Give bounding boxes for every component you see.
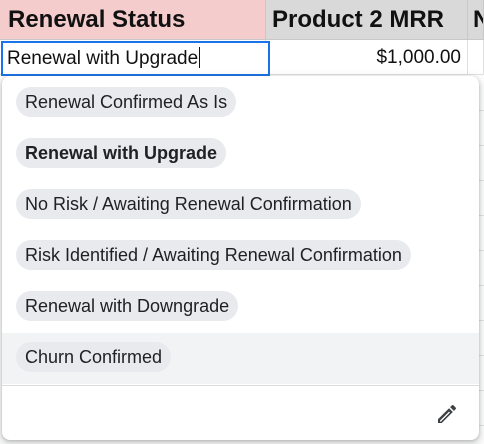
option-chip: No Risk / Awaiting Renewal Confirmation [16, 189, 361, 219]
dropdown-option[interactable]: Risk Identified / Awaiting Renewal Confi… [2, 231, 479, 282]
cell-editor-text: Renewal with Upgrade [7, 48, 199, 69]
dropdown-options-panel: Renewal Confirmed As Is Renewal with Upg… [2, 76, 479, 440]
option-chip: Renewal with Upgrade [16, 138, 227, 168]
edit-dropdown-button[interactable] [432, 399, 462, 429]
panel-divider [2, 385, 479, 386]
cell-next-column[interactable] [468, 40, 484, 75]
header-product-2-mrr[interactable]: Product 2 MRR [266, 0, 468, 40]
cell-editor-input[interactable]: Renewal with Upgrade [1, 41, 270, 76]
header-renewal-status[interactable]: Renewal Status [0, 0, 266, 40]
option-chip: Renewal Confirmed As Is [16, 87, 237, 117]
dropdown-option[interactable]: No Risk / Awaiting Renewal Confirmation [2, 180, 479, 231]
option-chip: Risk Identified / Awaiting Renewal Confi… [16, 240, 411, 270]
dropdown-option[interactable]: Renewal Confirmed As Is [2, 78, 479, 129]
header-next-column[interactable]: N [468, 0, 484, 40]
dropdown-option-hovered[interactable]: Churn Confirmed [2, 333, 479, 384]
option-chip: Renewal with Downgrade [16, 291, 239, 321]
option-chip: Churn Confirmed [16, 342, 172, 372]
dropdown-option-selected[interactable]: Renewal with Upgrade [2, 129, 479, 180]
pencil-icon [438, 404, 457, 423]
cell-product-2-mrr[interactable]: $1,000.00 [266, 40, 468, 75]
text-caret [199, 47, 201, 68]
dropdown-option[interactable]: Renewal with Downgrade [2, 282, 479, 333]
